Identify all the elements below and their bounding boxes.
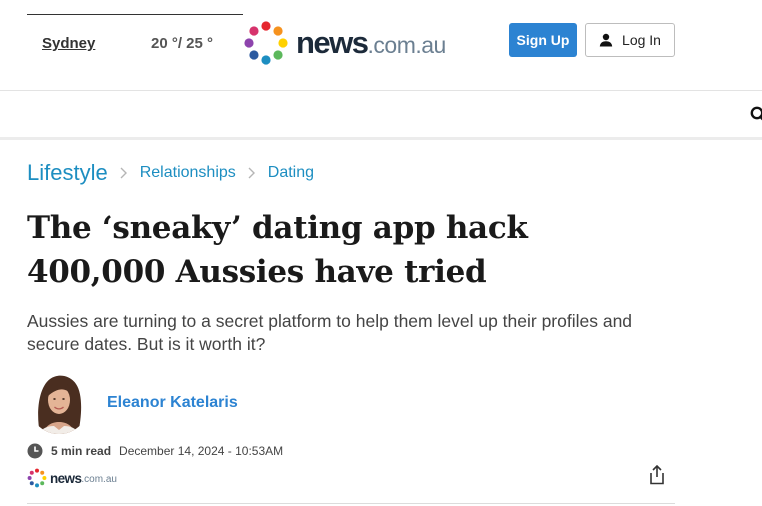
- site-logo[interactable]: news .com.au: [243, 20, 446, 66]
- chevron-right-icon: [120, 167, 127, 179]
- clock-icon: [27, 443, 43, 459]
- author-name-link[interactable]: Eleanor Katelaris: [107, 394, 238, 412]
- logo-dot: [29, 470, 34, 475]
- chevron-right-icon: [248, 167, 255, 179]
- logo-dot: [261, 55, 271, 65]
- user-icon: [599, 33, 613, 47]
- logo-dot: [278, 38, 288, 48]
- article-standfirst: Aussies are turning to a secret platform…: [27, 311, 633, 354]
- logo-dots-icon: [27, 468, 47, 488]
- logo-dot: [249, 50, 259, 60]
- source-logo-domain: .com.au: [81, 473, 117, 485]
- logo-dot: [261, 21, 271, 31]
- breadcrumb: Lifestyle Relationships Dating: [27, 159, 314, 187]
- byline-divider: [27, 503, 675, 504]
- logo-dots-icon: [244, 21, 288, 65]
- breadcrumb-section-link[interactable]: Lifestyle: [27, 160, 108, 186]
- logo-dot: [244, 38, 254, 48]
- weather-temperature: 20 °/ 25 °: [151, 35, 214, 52]
- source-logo: news .com.au: [27, 468, 117, 488]
- logo-dot: [29, 481, 34, 486]
- read-time: 5 min read: [51, 444, 112, 458]
- log-in-button[interactable]: Log In: [585, 23, 675, 57]
- source-logo-word: news: [50, 470, 82, 486]
- article-meta: 5 min read December 14, 2024 - 10:53AM: [27, 442, 283, 460]
- logo-dot: [42, 476, 47, 480]
- logo-domain: .com.au: [367, 32, 447, 58]
- log-in-label: Log In: [622, 32, 661, 48]
- logo-dot: [249, 26, 259, 36]
- section-nav-bar: [0, 91, 762, 140]
- logo-dot: [40, 470, 45, 475]
- weather-divider: [27, 14, 243, 15]
- logo-dot: [35, 483, 39, 488]
- logo-dot: [40, 481, 45, 486]
- breadcrumb-link-relationships[interactable]: Relationships: [140, 164, 236, 182]
- share-icon[interactable]: [648, 465, 666, 485]
- author-avatar[interactable]: [28, 370, 90, 434]
- weather-location-link[interactable]: Sydney: [42, 35, 95, 52]
- sign-up-button[interactable]: Sign Up: [509, 23, 577, 57]
- logo-dot: [273, 26, 283, 36]
- logo-dot: [35, 468, 39, 473]
- logo-dot: [27, 476, 32, 480]
- search-icon[interactable]: [749, 105, 762, 123]
- site-header: Sydney 20 °/ 25 ° news .com.au Sign Up L…: [0, 0, 762, 91]
- publish-date: December 14, 2024 - 10:53AM: [119, 444, 284, 458]
- author-photo: [28, 370, 90, 434]
- breadcrumb-link-dating[interactable]: Dating: [268, 164, 314, 182]
- logo-word: news: [296, 25, 369, 60]
- logo-dot: [273, 50, 283, 60]
- article-headline: The ‘sneaky’ dating app hack 400,000 Aus…: [27, 210, 528, 290]
